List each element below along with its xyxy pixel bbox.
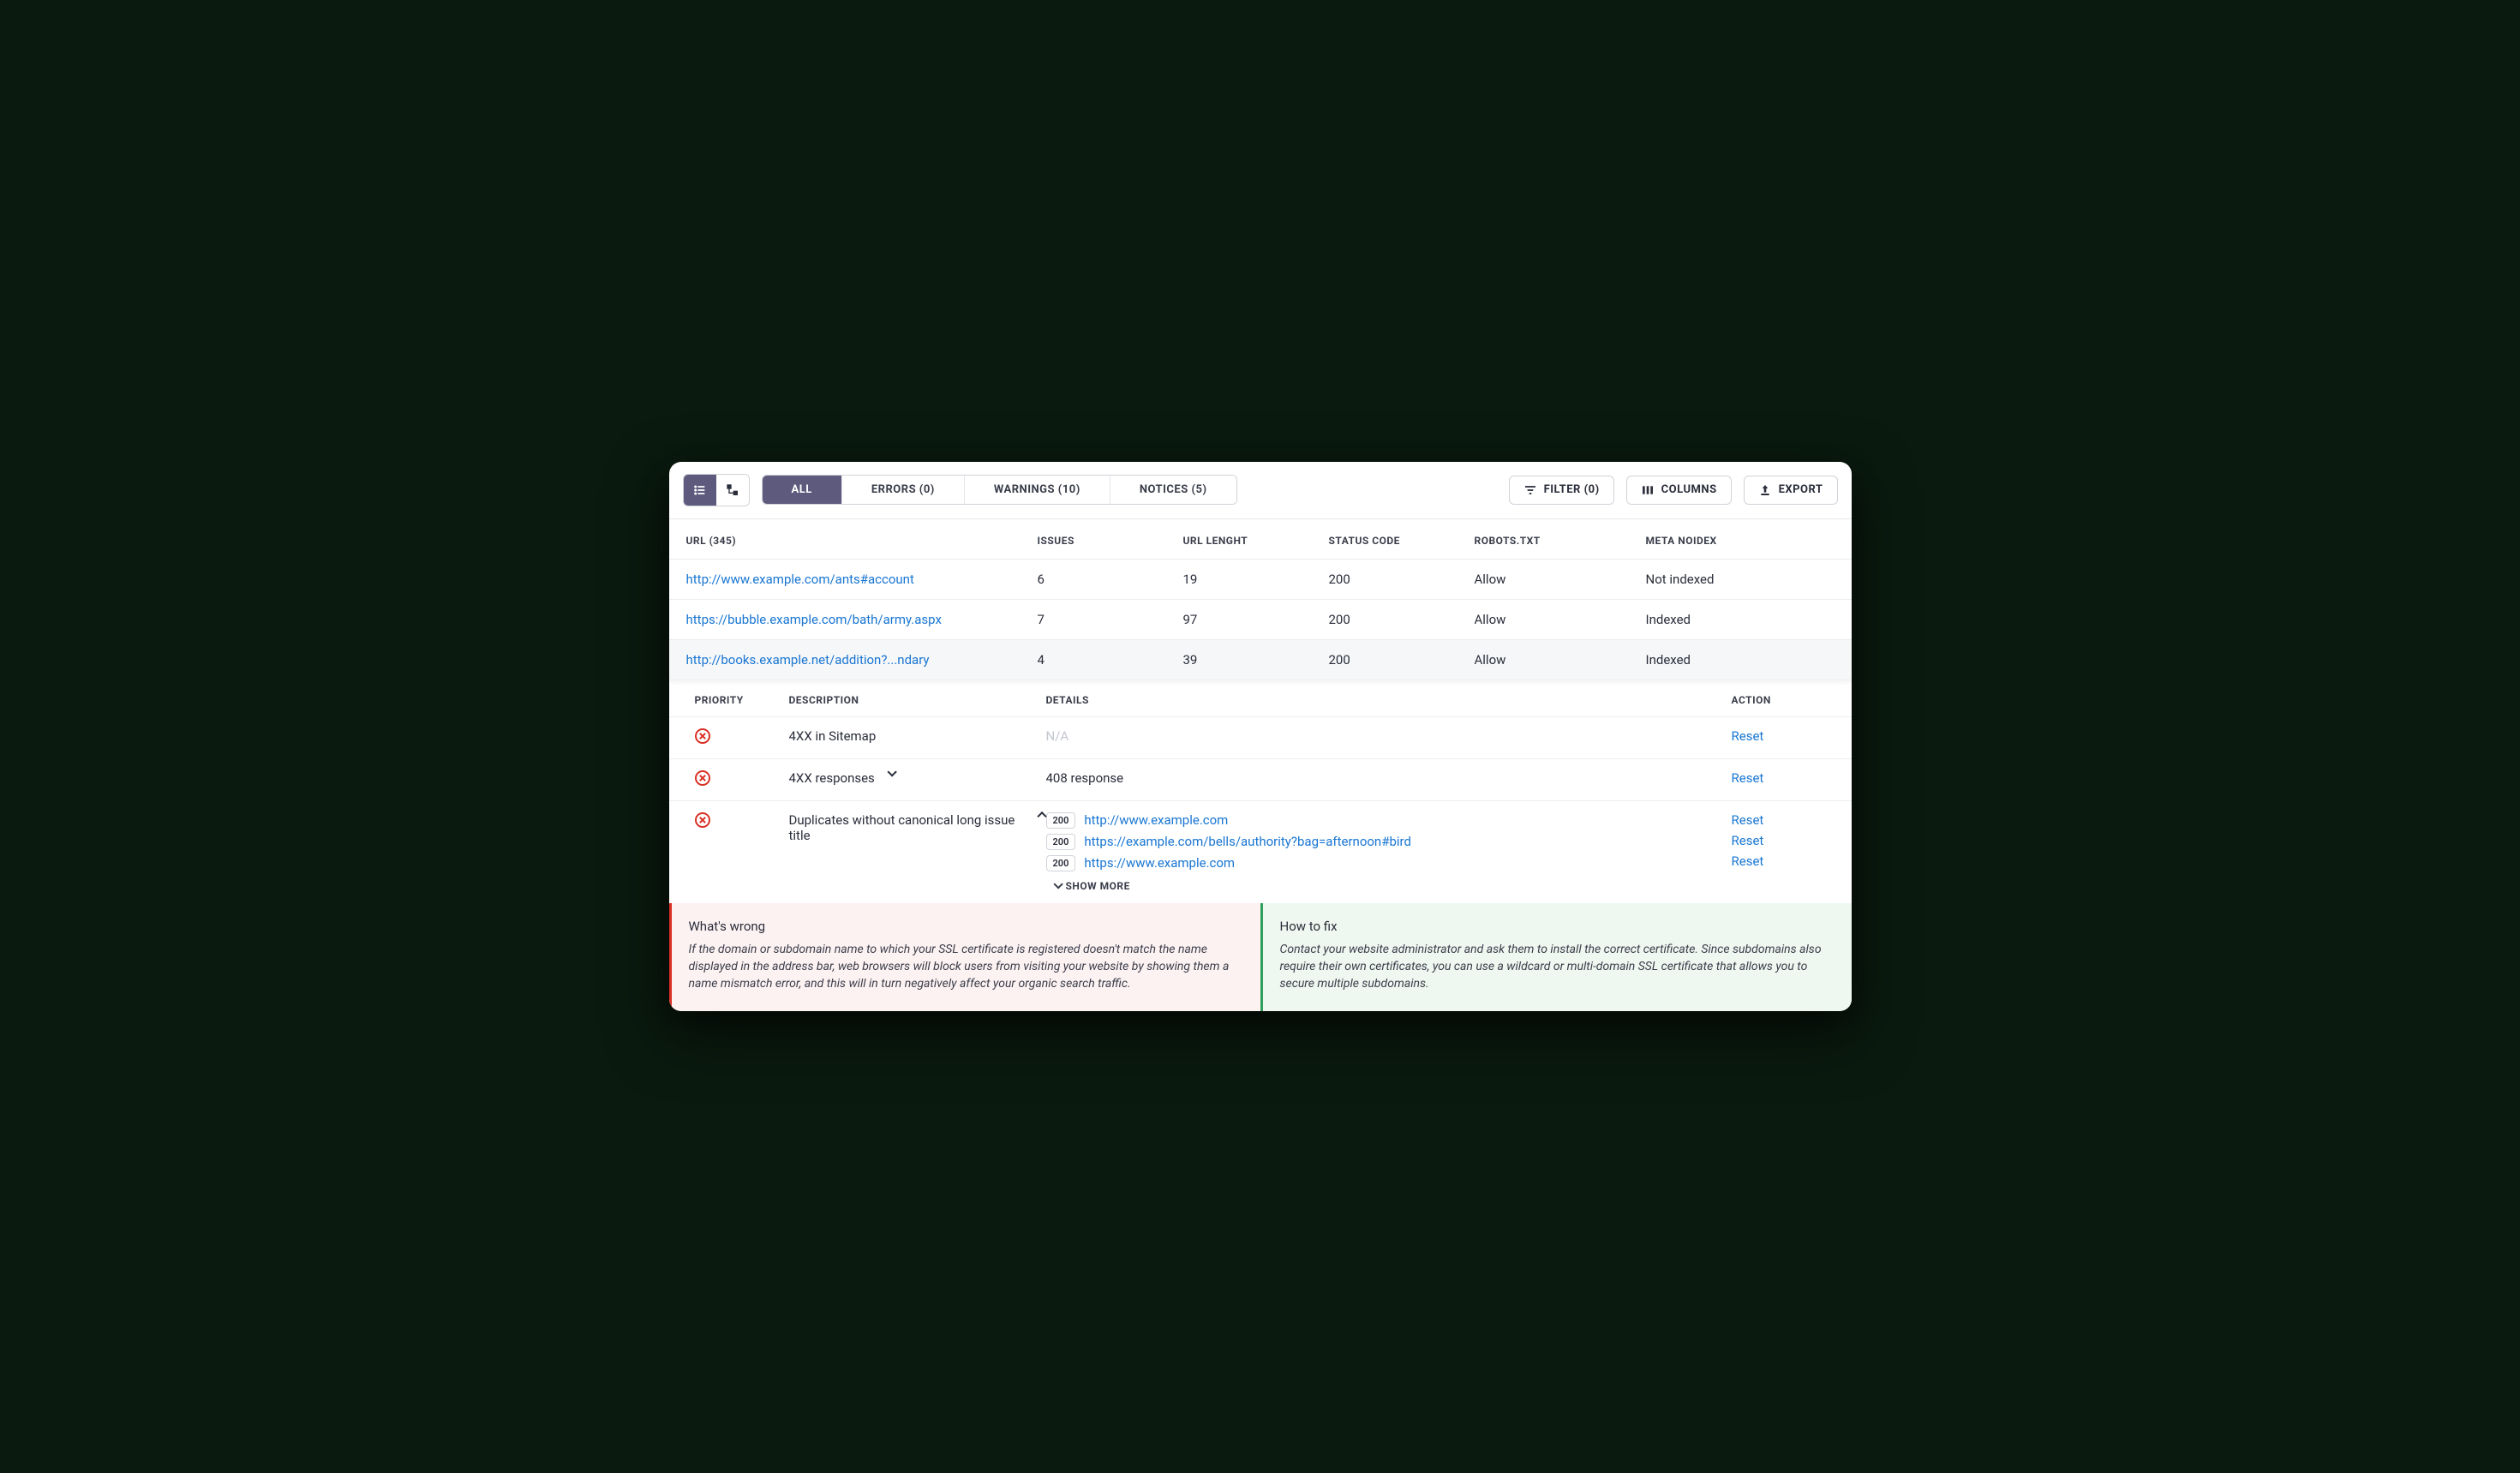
error-icon [695, 770, 710, 786]
tab-notices[interactable]: NOTICES (5) [1110, 476, 1236, 504]
columns-icon [1641, 483, 1655, 497]
toolbar: ALL ERRORS (0) WARNINGS (10) NOTICES (5)… [669, 462, 1852, 519]
col-priority: PRIORITY [695, 694, 789, 706]
url-link[interactable]: http://books.example.net/addition?...nda… [686, 652, 1038, 668]
reset-link[interactable]: Reset [1732, 770, 1835, 786]
status-badge: 200 [1046, 834, 1076, 850]
status-badge: 200 [1046, 855, 1076, 871]
reset-link[interactable]: Reset [1732, 728, 1835, 744]
col-action: ACTION [1732, 694, 1835, 706]
col-issues[interactable]: ISSUES [1038, 535, 1183, 547]
cell-url-length: 39 [1183, 652, 1329, 668]
list-view-button[interactable] [684, 475, 716, 506]
panel-title: How to fix [1280, 919, 1835, 934]
cell-issues: 6 [1038, 572, 1183, 587]
col-robots[interactable]: ROBOTS.TXT [1475, 535, 1646, 547]
cell-url-length: 19 [1183, 572, 1329, 587]
url-link[interactable]: https://bubble.example.com/bath/army.asp… [686, 612, 1038, 627]
upload-icon [1758, 483, 1772, 497]
col-url-length[interactable]: URL LENGHT [1183, 535, 1329, 547]
chevron-down-icon [1053, 879, 1062, 889]
tree-icon [726, 483, 739, 497]
error-icon [695, 812, 710, 828]
list-icon [693, 483, 707, 497]
table-row[interactable]: http://www.example.com/ants#account 6 19… [669, 560, 1852, 600]
cell-meta: Indexed [1646, 612, 1835, 627]
columns-button[interactable]: COLUMNS [1626, 476, 1732, 505]
reset-link[interactable]: Reset [1732, 853, 1835, 869]
reset-link[interactable]: Reset [1732, 812, 1835, 828]
table-header: URL (345) ISSUES URL LENGHT STATUS CODE … [669, 519, 1852, 560]
show-more-button[interactable]: SHOW MORE [1046, 880, 1732, 892]
tree-view-button[interactable] [716, 475, 749, 506]
reset-link[interactable]: Reset [1732, 833, 1835, 848]
tab-all[interactable]: ALL [763, 476, 842, 504]
cell-issues: 4 [1038, 652, 1183, 668]
panel-title: What's wrong [689, 919, 1243, 934]
filter-tabs: ALL ERRORS (0) WARNINGS (10) NOTICES (5) [762, 475, 1237, 505]
status-badge: 200 [1046, 812, 1076, 829]
info-panels: What's wrong If the domain or subdomain … [669, 903, 1852, 1012]
issue-description-expandable[interactable]: Duplicates without canonical long issue … [789, 812, 1046, 843]
col-details: DETAILS [1046, 694, 1732, 706]
cell-url-length: 97 [1183, 612, 1329, 627]
how-to-fix-panel: How to fix Contact your website administ… [1260, 903, 1852, 1012]
detail-item: 200 https://www.example.com [1046, 855, 1732, 871]
col-status-code[interactable]: STATUS CODE [1329, 535, 1475, 547]
detail-url[interactable]: http://www.example.com [1084, 812, 1228, 828]
col-meta-noindex[interactable]: META NOIDEX [1646, 535, 1835, 547]
issue-row: 4XX in Sitemap N/A Reset [669, 716, 1852, 758]
cell-status: 200 [1329, 612, 1475, 627]
detail-links: 200 http://www.example.com 200 https://e… [1046, 812, 1732, 892]
error-icon [695, 728, 710, 744]
app-window: ALL ERRORS (0) WARNINGS (10) NOTICES (5)… [669, 462, 1852, 1012]
detail-url[interactable]: https://example.com/bells/authority?bag=… [1084, 834, 1411, 849]
issue-details-text: 408 response [1046, 770, 1732, 786]
tab-warnings[interactable]: WARNINGS (10) [965, 476, 1110, 504]
issue-row: 4XX responses 408 response Reset [669, 758, 1852, 800]
cell-robots: Allow [1475, 612, 1646, 627]
col-url[interactable]: URL (345) [686, 535, 1038, 547]
filter-label: FILTER (0) [1544, 483, 1600, 496]
url-link[interactable]: http://www.example.com/ants#account [686, 572, 1038, 587]
panel-body: If the domain or subdomain name to which… [689, 941, 1243, 993]
export-button[interactable]: EXPORT [1744, 476, 1838, 505]
filter-button[interactable]: FILTER (0) [1509, 476, 1614, 505]
url-table: URL (345) ISSUES URL LENGHT STATUS CODE … [669, 519, 1852, 903]
cell-status: 200 [1329, 652, 1475, 668]
columns-label: COLUMNS [1661, 483, 1717, 496]
table-row-selected[interactable]: http://books.example.net/addition?...nda… [669, 640, 1852, 680]
detail-url[interactable]: https://www.example.com [1084, 855, 1235, 871]
cell-meta: Indexed [1646, 652, 1835, 668]
action-column: Reset Reset Reset [1732, 812, 1835, 869]
issue-description-expandable[interactable]: 4XX responses [789, 770, 1046, 786]
issues-header: PRIORITY DESCRIPTION DETAILS ACTION [669, 680, 1852, 716]
export-label: EXPORT [1779, 483, 1823, 496]
cell-robots: Allow [1475, 652, 1646, 668]
cell-meta: Not indexed [1646, 572, 1835, 587]
cell-status: 200 [1329, 572, 1475, 587]
view-toggle [683, 474, 750, 506]
issue-description: 4XX in Sitemap [789, 728, 1046, 744]
detail-item: 200 http://www.example.com [1046, 812, 1732, 829]
cell-robots: Allow [1475, 572, 1646, 587]
filter-icon [1523, 483, 1537, 497]
chevron-down-icon [887, 767, 896, 776]
col-description: DESCRIPTION [789, 694, 1046, 706]
issue-details-na: N/A [1046, 728, 1732, 744]
detail-item: 200 https://example.com/bells/authority?… [1046, 834, 1732, 850]
panel-body: Contact your website administrator and a… [1280, 941, 1835, 993]
table-row[interactable]: https://bubble.example.com/bath/army.asp… [669, 600, 1852, 640]
whats-wrong-panel: What's wrong If the domain or subdomain … [669, 903, 1260, 1012]
cell-issues: 7 [1038, 612, 1183, 627]
issue-row-expanded: Duplicates without canonical long issue … [669, 800, 1852, 903]
tab-errors[interactable]: ERRORS (0) [842, 476, 965, 504]
